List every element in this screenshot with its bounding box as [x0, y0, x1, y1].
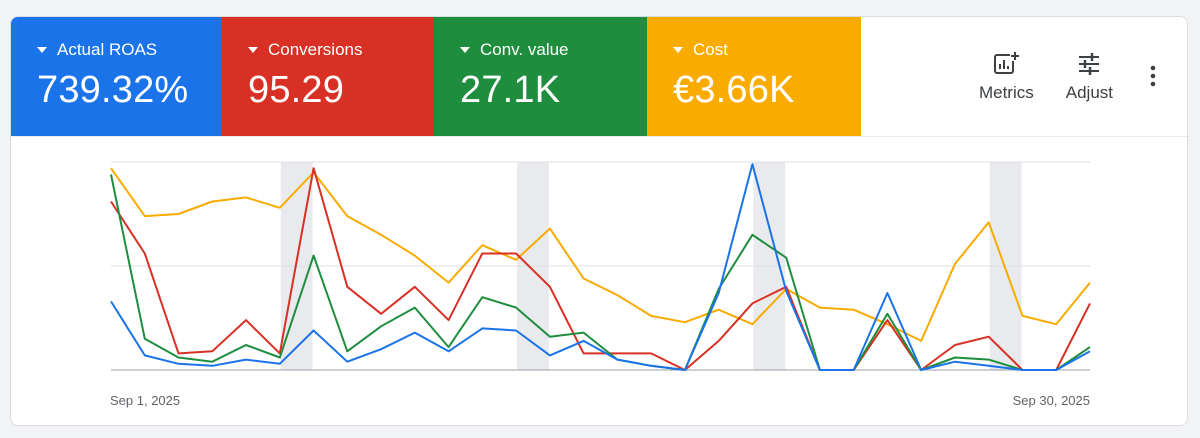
metric-tiles: Actual ROAS 739.32% Conversions 95.29 Co… [11, 17, 861, 136]
metric-label: Actual ROAS [57, 40, 158, 59]
tune-icon [1079, 53, 1100, 75]
metrics-button[interactable]: Metrics [979, 51, 1034, 103]
metrics-button-label: Metrics [978, 83, 1034, 102]
metric-value: 739.32% [37, 69, 189, 111]
series-line-cost[interactable] [110, 167, 1091, 342]
chart-area: Sep 1, 2025 Sep 30, 2025 [11, 136, 1187, 425]
metric-tile-conv-value[interactable]: Conv. value 27.1K [434, 17, 647, 136]
metric-value: 95.29 [248, 69, 345, 111]
series-line-actual-roas[interactable] [110, 163, 1091, 371]
dropdown-arrow-icon [248, 47, 258, 53]
metric-tile-actual-roas[interactable]: Actual ROAS 739.32% [11, 17, 222, 136]
chart-toolbar: Metrics Adjust [979, 17, 1187, 136]
more-vert-icon [1150, 65, 1156, 87]
add-chart-icon [994, 51, 1021, 74]
adjust-button[interactable]: Adjust [1066, 51, 1113, 103]
series-line-conv-value[interactable] [110, 174, 1091, 371]
line-chart [110, 161, 1091, 371]
dropdown-arrow-icon [673, 47, 683, 53]
x-axis-start-label: Sep 1, 2025 [110, 393, 181, 408]
dropdown-arrow-icon [37, 47, 47, 53]
metric-tile-cost[interactable]: Cost €3.66K [647, 17, 861, 136]
performance-card: Actual ROAS 739.32% Conversions 95.29 Co… [10, 16, 1188, 426]
metric-value: 27.1K [460, 69, 561, 111]
more-options-button[interactable] [1149, 65, 1157, 93]
x-axis-end-label: Sep 30, 2025 [1012, 393, 1090, 408]
metric-value: €3.66K [673, 69, 795, 111]
metric-tile-conversions[interactable]: Conversions 95.29 [222, 17, 434, 136]
metric-label: Conv. value [480, 40, 569, 59]
metric-label: Cost [693, 40, 728, 59]
series-line-conversions[interactable] [110, 167, 1091, 371]
adjust-button-label: Adjust [1065, 83, 1113, 102]
metric-label: Conversions [268, 40, 363, 59]
dropdown-arrow-icon [460, 47, 470, 53]
